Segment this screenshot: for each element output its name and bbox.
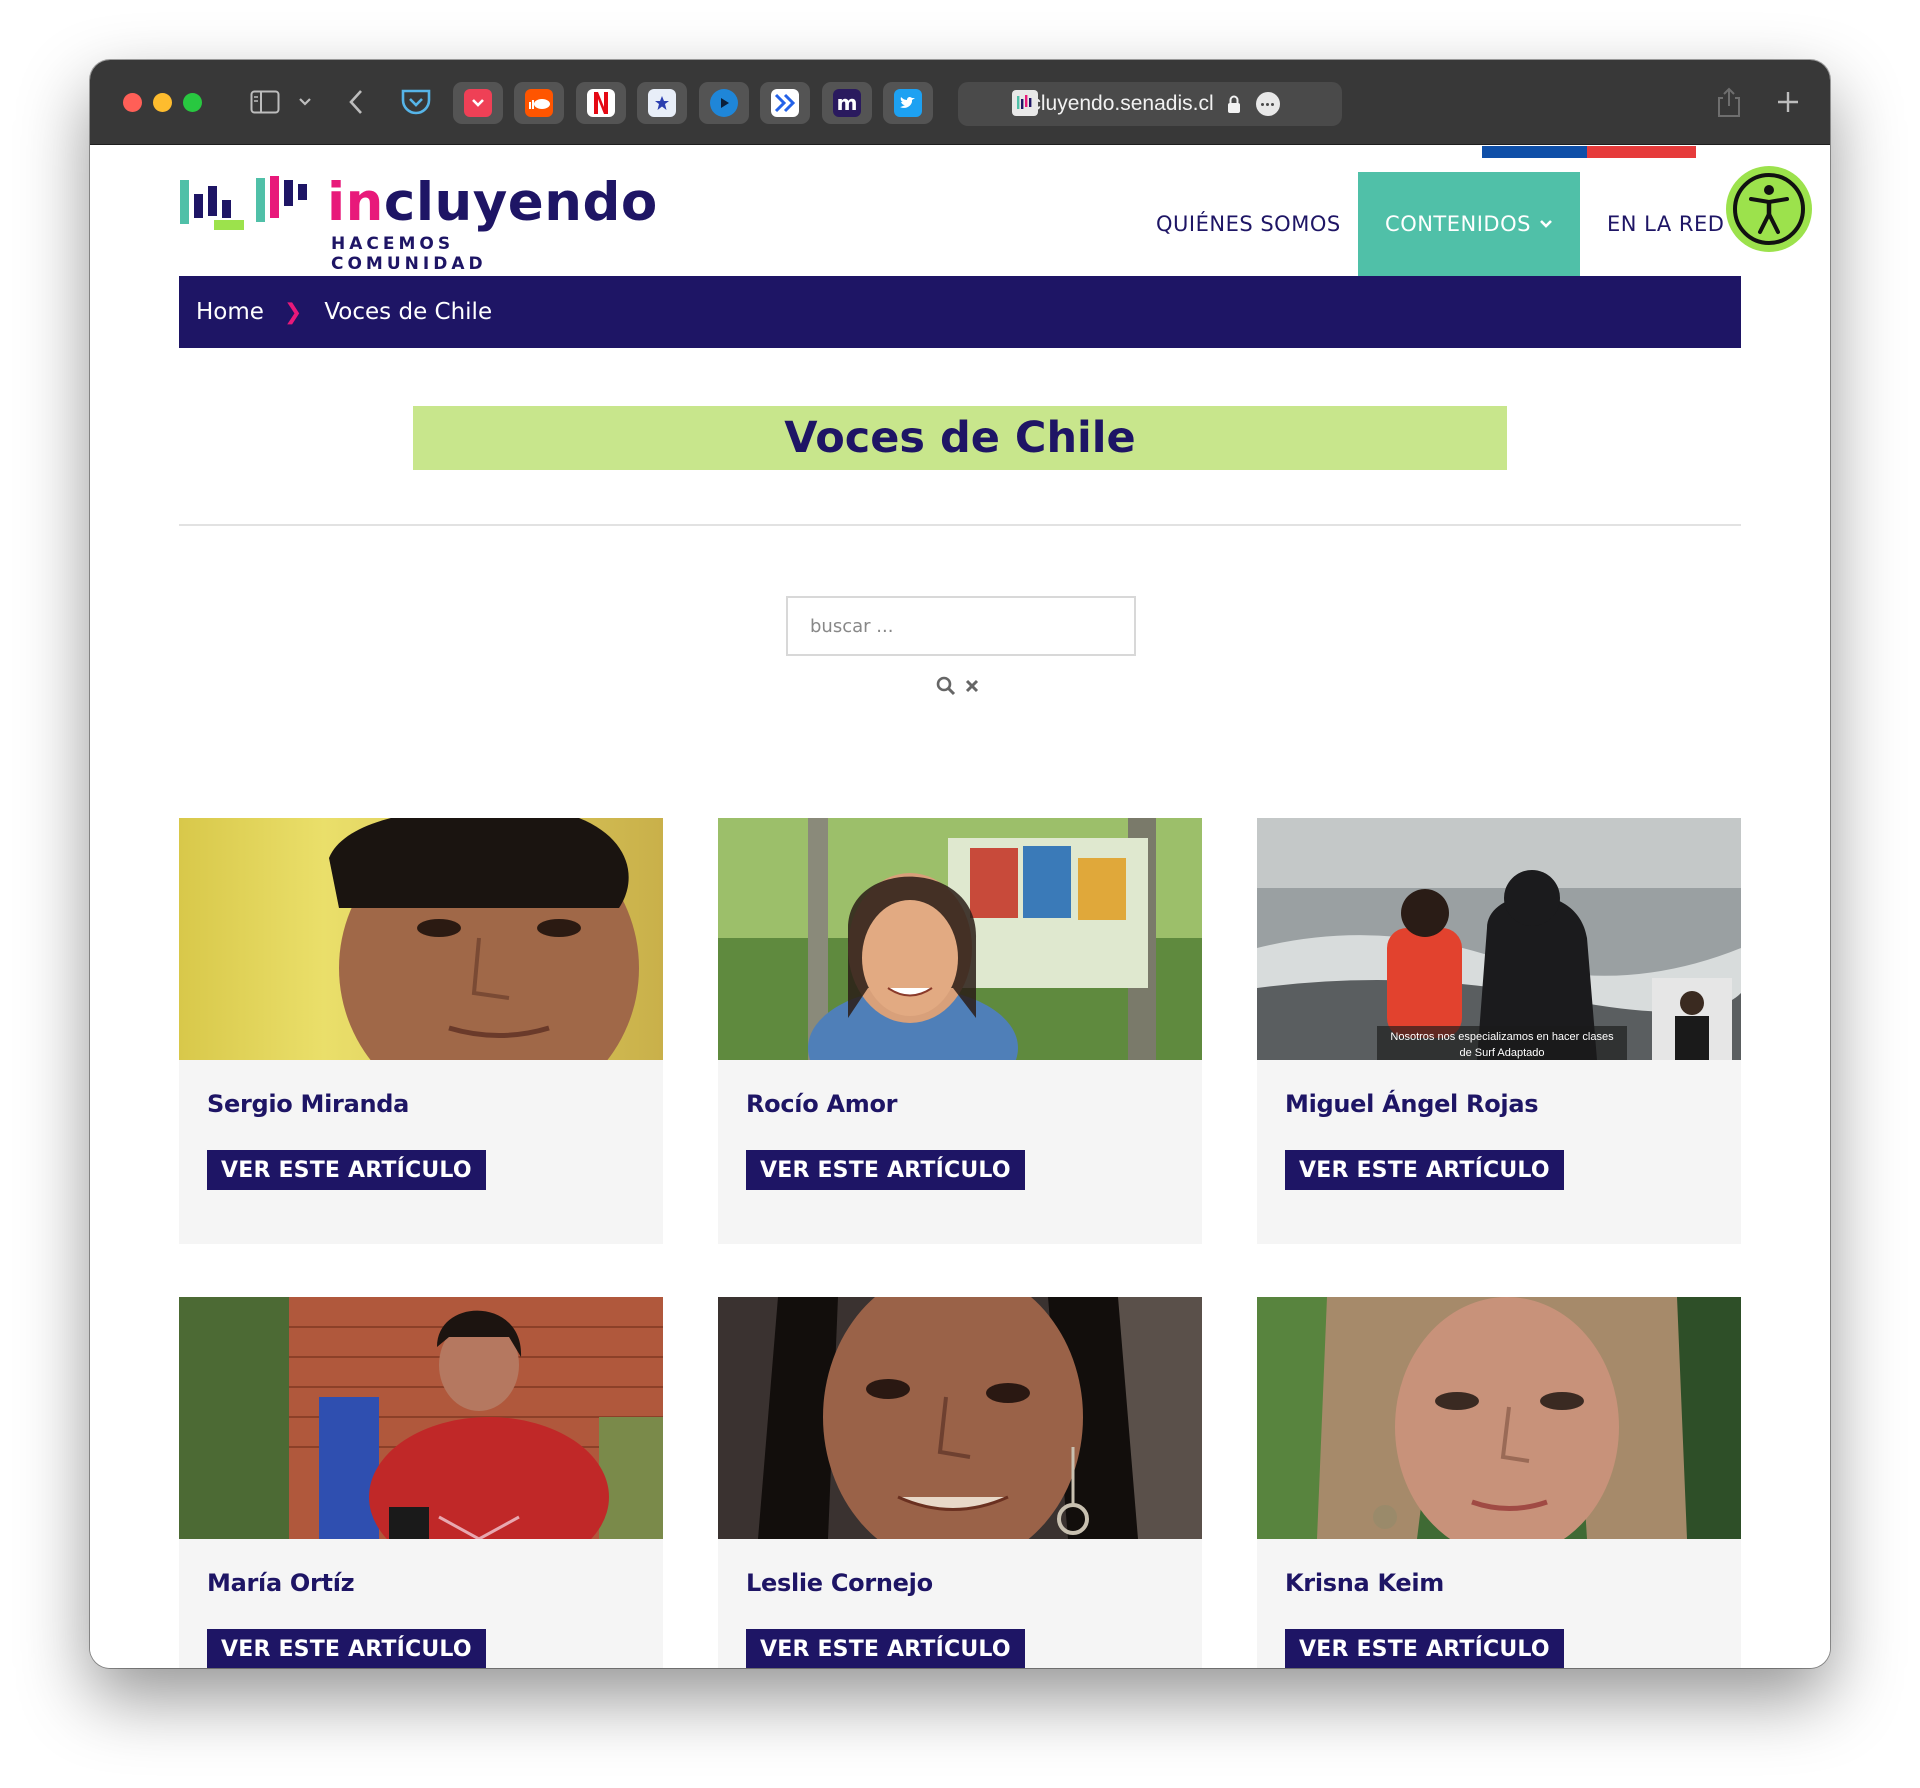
article-card: María Ortíz VER ESTE ARTÍCULO — [179, 1297, 663, 1668]
more-options-icon[interactable] — [1255, 92, 1280, 116]
miguel-angel-rojas-photo[interactable]: Nosotros nos especializamos en hacer cla… — [1257, 818, 1741, 1060]
clear-search-icon[interactable] — [964, 678, 980, 694]
search-icon[interactable] — [936, 676, 956, 696]
nav-contenidos[interactable]: CONTENIDOS — [1358, 172, 1580, 276]
back-arrow-icon[interactable] — [344, 82, 368, 122]
nav-quienes-somos[interactable]: QUIÉNES SOMOS — [1146, 172, 1351, 276]
maria-ortiz-photo[interactable] — [179, 1297, 663, 1539]
new-tab-icon[interactable] — [1774, 82, 1802, 122]
card-name: Leslie Cornejo — [746, 1569, 933, 1597]
article-card: Rocío Amor VER ESTE ARTÍCULO — [718, 818, 1202, 1244]
chevron-down-icon — [1540, 220, 1552, 228]
chevron-right-icon: ❯ — [283, 299, 303, 325]
star-icon[interactable] — [637, 82, 687, 124]
card-name: Miguel Ángel Rojas — [1285, 1090, 1539, 1118]
site-favicon — [1012, 90, 1038, 116]
ver-articulo-button[interactable]: VER ESTE ARTÍCULO — [746, 1150, 1025, 1190]
accessibility-button[interactable] — [1726, 166, 1812, 252]
site-logo[interactable]: incluyendo HACEMOS COMUNIDAD — [180, 168, 657, 274]
sergio-miranda-photo[interactable] — [179, 818, 663, 1060]
nav-enlared-label: EN LA RED — [1607, 212, 1725, 236]
pocket-icon[interactable] — [453, 82, 503, 124]
card-name: Krisna Keim — [1285, 1569, 1444, 1597]
forward-icon[interactable] — [760, 82, 810, 124]
netflix-icon[interactable] — [576, 82, 626, 124]
accessibility-icon — [1733, 173, 1805, 245]
soundcloud-icon[interactable] — [514, 82, 564, 124]
search-input[interactable] — [786, 596, 1136, 656]
logo-wordmark: incluyendo — [327, 172, 658, 233]
logo-word-end: cluyendo — [383, 172, 658, 233]
article-card: Sergio Miranda VER ESTE ARTÍCULO — [179, 818, 663, 1244]
twitter-icon[interactable] — [883, 82, 933, 124]
logo-bars-icon — [180, 176, 307, 230]
logo-tagline: HACEMOS COMUNIDAD — [331, 234, 487, 274]
minimize-window-button[interactable] — [153, 93, 172, 112]
leslie-cornejo-photo[interactable] — [718, 1297, 1202, 1539]
breadcrumb-current: Voces de Chile — [324, 299, 493, 325]
nav-en-la-red[interactable]: EN LA RED — [1607, 172, 1724, 276]
page-title: Voces de Chile — [784, 413, 1136, 463]
logo-word-start: in — [327, 172, 384, 233]
card-name: Sergio Miranda — [207, 1090, 410, 1118]
ver-articulo-button[interactable]: VER ESTE ARTÍCULO — [1285, 1150, 1564, 1190]
flag-strip — [1482, 146, 1696, 158]
breadcrumb: Home ❯ Voces de Chile — [179, 276, 1741, 348]
share-icon[interactable] — [1715, 82, 1743, 122]
web-page: incluyendo HACEMOS COMUNIDAD QUIÉNES SOM… — [90, 146, 1830, 1668]
page-title-banner: Voces de Chile — [413, 406, 1507, 470]
article-card: Krisna Keim VER ESTE ARTÍCULO — [1257, 1297, 1741, 1668]
browser-window: m incluyendo.senadis.cl incluyendo HACEM… — [90, 60, 1830, 1668]
video-caption-line-1: Nosotros nos especializamos en hacer cla… — [1390, 1031, 1614, 1043]
zoom-window-button[interactable] — [183, 93, 202, 112]
card-name: María Ortíz — [207, 1569, 355, 1597]
card-name: Rocío Amor — [746, 1090, 898, 1118]
lock-icon — [1227, 95, 1240, 113]
ver-articulo-button[interactable]: VER ESTE ARTÍCULO — [207, 1629, 486, 1668]
rocio-amor-photo[interactable] — [718, 818, 1202, 1060]
nav-quienes-label: QUIÉNES SOMOS — [1156, 212, 1341, 236]
video-caption-line-2: de Surf Adaptado — [1459, 1047, 1544, 1059]
article-card: Nosotros nos especializamos en hacer cla… — [1257, 818, 1741, 1244]
search-actions — [936, 676, 980, 696]
ver-articulo-button[interactable]: VER ESTE ARTÍCULO — [207, 1150, 486, 1190]
divider — [179, 524, 1741, 526]
play-icon[interactable] — [699, 82, 749, 124]
nav-contenidos-label: CONTENIDOS — [1385, 212, 1531, 236]
ver-articulo-button[interactable]: VER ESTE ARTÍCULO — [746, 1629, 1025, 1668]
pocket-outline-icon[interactable] — [398, 82, 434, 122]
url-text: incluyendo.senadis.cl — [1014, 92, 1214, 115]
sidebar-icon[interactable] — [248, 82, 282, 122]
chevron-down-icon[interactable] — [295, 82, 315, 122]
m-icon[interactable]: m — [822, 82, 872, 124]
breadcrumb-home[interactable]: Home — [196, 299, 264, 325]
krisna-keim-photo[interactable] — [1257, 1297, 1741, 1539]
ver-articulo-button[interactable]: VER ESTE ARTÍCULO — [1285, 1629, 1564, 1668]
article-card: Leslie Cornejo VER ESTE ARTÍCULO — [718, 1297, 1202, 1668]
close-window-button[interactable] — [123, 93, 142, 112]
browser-toolbar: m incluyendo.senadis.cl — [90, 60, 1830, 145]
